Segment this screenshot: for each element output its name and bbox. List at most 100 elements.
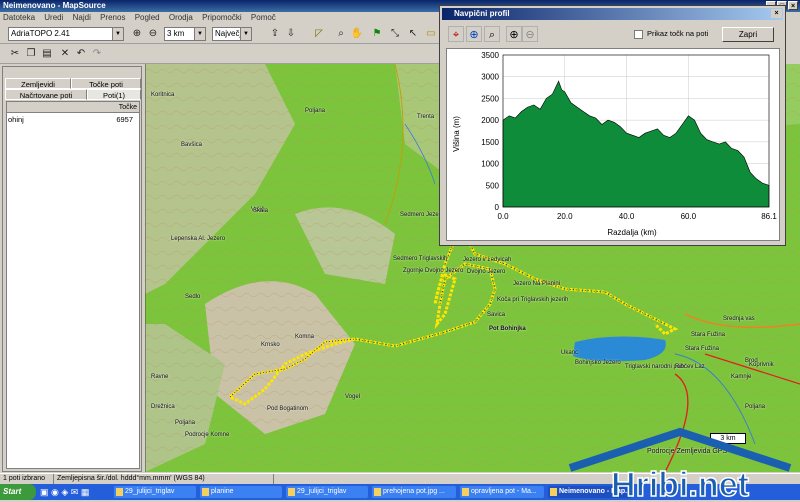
- select-tool-icon[interactable]: ◸: [312, 27, 326, 41]
- chevron-down-icon: ▼: [194, 28, 205, 40]
- map-label: Jezero v Ledvicah: [463, 257, 512, 263]
- track-name: ohinj: [8, 115, 24, 124]
- folder-icon: [202, 488, 209, 496]
- waypoint-tool-icon[interactable]: ⚑: [370, 27, 384, 41]
- track-points: 6957: [116, 115, 133, 124]
- x-tick-label: 40.0: [619, 212, 635, 221]
- column-header-tocke[interactable]: Točke: [119, 102, 137, 113]
- menu-item-najdi[interactable]: Najdi: [73, 13, 91, 22]
- hand-tool-icon[interactable]: ✋: [350, 27, 364, 41]
- list-item[interactable]: ohinj 6957: [7, 115, 139, 125]
- tab-zemljevidi[interactable]: Zemljevidi: [5, 78, 71, 89]
- map-label: Poljana: [175, 420, 196, 426]
- x-tick-label: 86.1: [761, 212, 777, 221]
- measure-tool-icon[interactable]: ▭: [424, 27, 438, 41]
- detail-level-select[interactable]: Največje ▼: [212, 27, 252, 41]
- send-to-device-icon[interactable]: ⇪: [268, 27, 282, 41]
- edit-toolbar: ✂ ❐ ▤ ✕ ↶ ↷: [0, 44, 440, 64]
- map-label: Stara Fužina: [691, 332, 726, 338]
- redo-icon[interactable]: ↷: [90, 47, 104, 61]
- zoom-out-icon[interactable]: ⊖: [146, 27, 160, 41]
- hribi-logo: Hribi.net: [568, 427, 792, 502]
- show-waypoints-label: Prikaz točk na poti: [647, 29, 709, 38]
- zoom-scale-select[interactable]: 3 km ▼: [164, 27, 206, 41]
- zoom-in-icon[interactable]: ⊕: [130, 27, 144, 41]
- track-list[interactable]: Točke ohinj 6957: [6, 101, 140, 469]
- map-label: Pod Bogatinom: [267, 406, 309, 412]
- paste-icon[interactable]: ▤: [40, 47, 54, 61]
- tab-nacrtovane-poti[interactable]: Načrtovane poti: [5, 89, 87, 100]
- map-label: Ribčev Laz: [675, 364, 705, 370]
- route-tool-icon[interactable]: ⤡: [388, 27, 402, 41]
- map-label: Podrocje Komne: [185, 432, 230, 438]
- y-tick-label: 2000: [481, 116, 499, 125]
- mapsource-icon: [550, 488, 557, 496]
- route-label: Pot Bohinjka: [489, 326, 526, 332]
- menu-item-datoteka[interactable]: Datoteka: [3, 13, 35, 22]
- y-ticks: 0 500 1000 1500 2000 2500 3000 3500: [481, 51, 499, 212]
- receive-from-device-icon[interactable]: ⇩: [284, 27, 298, 41]
- elevation-toolbar: ⌖ ⊕ ⌕ ⊕ ⊖: [442, 8, 538, 42]
- map-label: Brod: [745, 358, 758, 364]
- taskbar-item[interactable]: planine: [200, 486, 282, 498]
- taskbar-item[interactable]: prehojena pot.jpg ...: [372, 486, 456, 498]
- quick-launch: ▣ ◉ ◈ ✉ ▦: [40, 487, 110, 497]
- chevron-down-icon: ▼: [240, 28, 251, 40]
- x-tick-label: 60.0: [681, 212, 697, 221]
- tab-tocke-poti[interactable]: Točke poti: [71, 78, 141, 89]
- zoom-tool-icon[interactable]: ⌕: [334, 27, 348, 41]
- map-label: Zgornje Dvojno Jezero: [403, 268, 464, 274]
- y-tick-label: 500: [486, 181, 500, 190]
- taskbar-item[interactable]: 29_julijci_triglav: [286, 486, 368, 498]
- elevation-title-bar[interactable]: Navpični profil ×: [442, 8, 783, 20]
- close-icon[interactable]: ×: [771, 9, 782, 18]
- map-label: Trenta: [417, 114, 435, 120]
- map-label: Sedlo: [185, 294, 201, 300]
- cut-icon[interactable]: ✂: [8, 47, 22, 61]
- map-product-select[interactable]: AdriaTOPO 2.41 ▼: [8, 27, 124, 41]
- elevation-profile-window[interactable]: Navpični profil × ⌖ ⊕ ⌕ ⊕ ⊖ Prikaz točk …: [439, 5, 786, 246]
- elevation-title: Navpični profil: [454, 9, 510, 18]
- map-label: Savica: [487, 312, 506, 318]
- taskbar-item[interactable]: 29_julijci_triglav: [114, 486, 196, 498]
- map-label: Poljana: [745, 404, 766, 410]
- zoom-tool-icon[interactable]: ⌕: [484, 26, 500, 42]
- map-label: Sedmero Triglavskih: [393, 256, 448, 262]
- x-axis-label: Razdalja (km): [607, 228, 657, 237]
- map-label: Ukanc: [561, 350, 579, 356]
- image-icon: [462, 488, 469, 496]
- map-label: Koča pri Triglavskih jezerih: [497, 297, 569, 303]
- zoom-out-icon[interactable]: ⊖: [522, 26, 538, 42]
- quick-launch-icon[interactable]: ▣ ◉ ◈ ✉ ▦: [40, 487, 89, 497]
- menu-item-orodja[interactable]: Orodja: [169, 13, 193, 22]
- watermark-logo: Hribi.net: [560, 424, 800, 502]
- taskbar-item[interactable]: opravljena pot - Ma...: [460, 486, 544, 498]
- zoom-in-icon[interactable]: ⊕: [506, 26, 522, 42]
- menu-item-pomoc[interactable]: Pomoč: [251, 13, 276, 22]
- map-label: Srednja vas: [723, 316, 755, 322]
- crosshair-icon[interactable]: ⌖: [448, 26, 464, 42]
- chevron-down-icon: ▼: [112, 28, 123, 40]
- pan-icon[interactable]: ⊕: [466, 26, 482, 42]
- menu-item-prenos[interactable]: Prenos: [100, 13, 125, 22]
- map-label: Koritnica: [151, 92, 175, 98]
- copy-icon[interactable]: ❐: [24, 47, 38, 61]
- close-window-button[interactable]: ×: [788, 1, 798, 10]
- status-coordinates-format: Zemljepisna šir./dol. hddd°mm.mmm' (WGS …: [54, 474, 274, 484]
- delete-icon[interactable]: ✕: [58, 47, 72, 61]
- menu-item-pripomocki[interactable]: Pripomočki: [202, 13, 242, 22]
- start-button[interactable]: Start: [0, 484, 36, 500]
- status-selection: 1 poti izbrano: [0, 474, 54, 484]
- watermark-text: Hribi.net: [611, 466, 749, 500]
- map-label: Stara Fužina: [685, 346, 720, 352]
- close-button[interactable]: Zapri: [722, 27, 774, 42]
- map-label: Komna: [295, 334, 315, 340]
- show-waypoints-checkbox[interactable]: [634, 30, 643, 39]
- pointer-tool-icon[interactable]: ↖: [406, 27, 420, 41]
- undo-icon[interactable]: ↶: [74, 47, 88, 61]
- elevation-chart: 0 500 1000 1500 2000 2500 3000 3500 0.0 20.0 40.0…: [446, 48, 780, 241]
- menu-item-uredi[interactable]: Uredi: [44, 13, 63, 22]
- tab-poti[interactable]: Poti(1): [87, 89, 141, 100]
- list-header[interactable]: Točke: [7, 102, 139, 113]
- menu-item-pogled[interactable]: Pogled: [135, 13, 160, 22]
